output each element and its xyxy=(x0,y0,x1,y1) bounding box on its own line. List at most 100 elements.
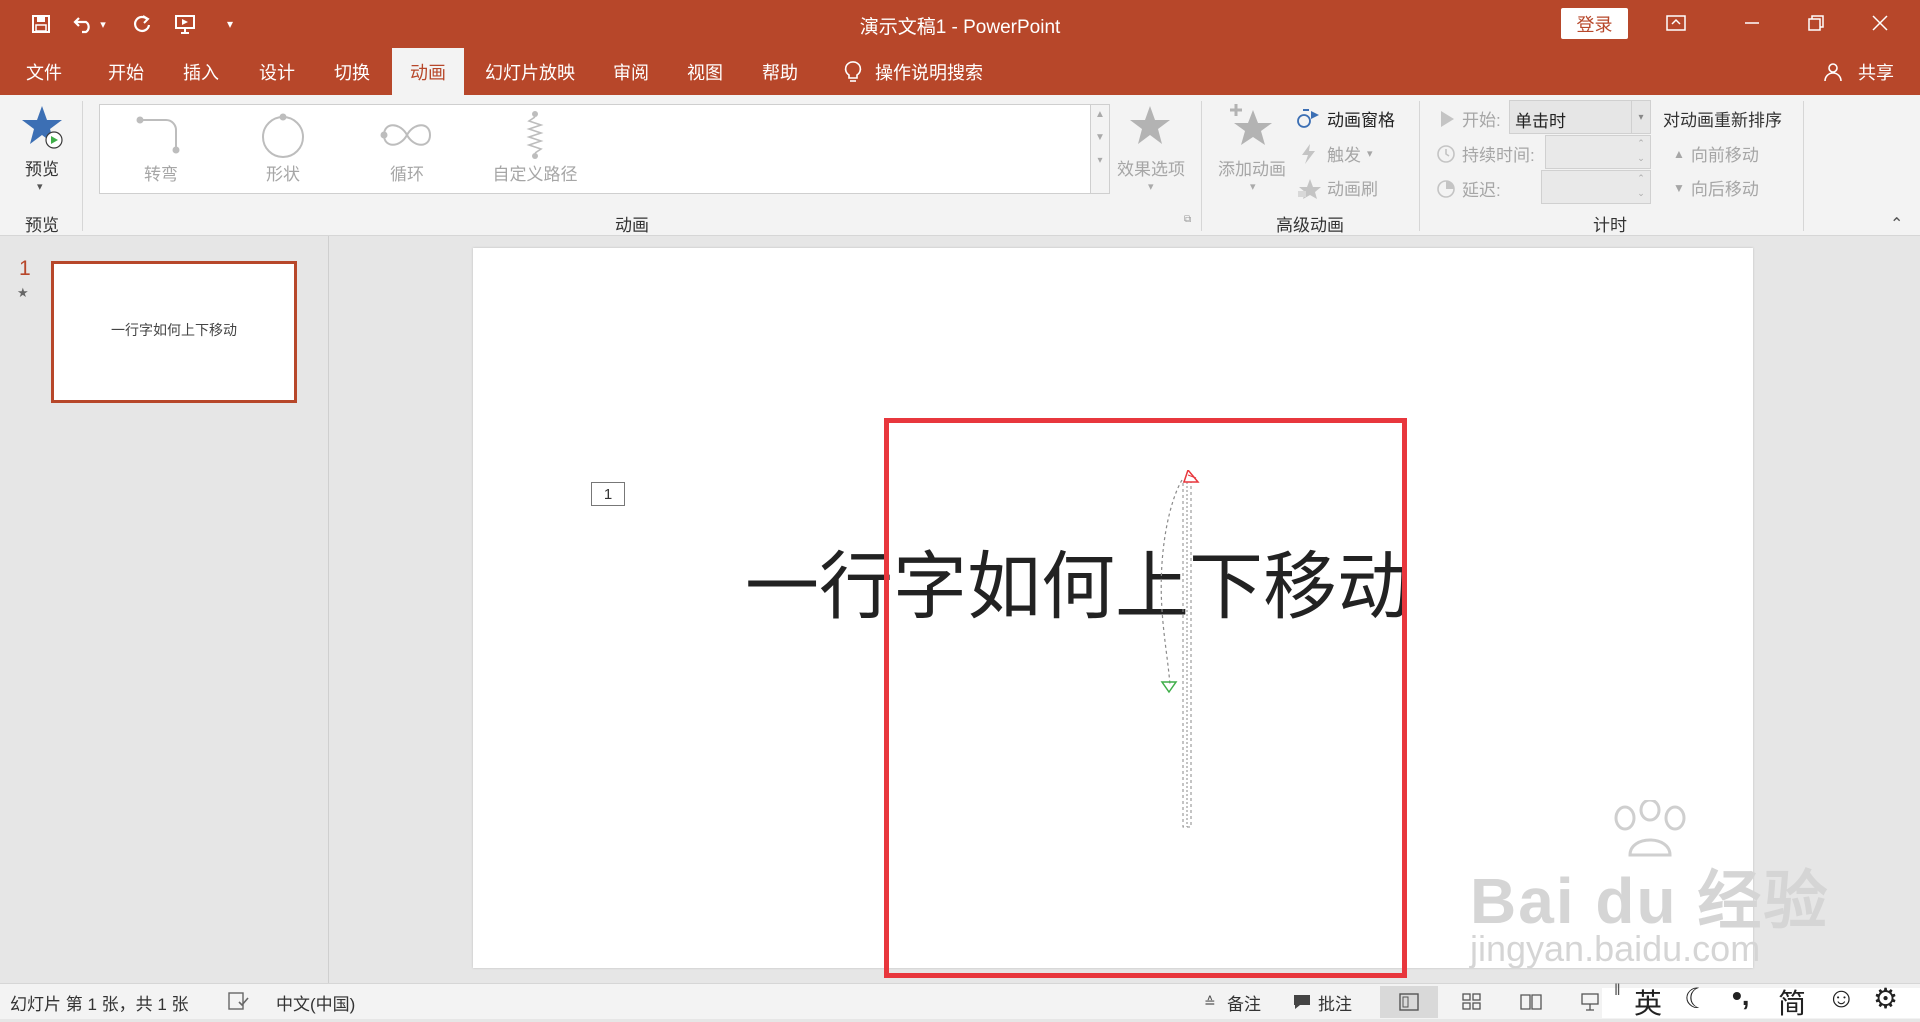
tab-animations[interactable]: 动画 xyxy=(392,48,464,95)
delay-spin-arrows-icon[interactable]: ⌃ ⌄ xyxy=(1632,171,1650,203)
add-animation-icon[interactable] xyxy=(1228,102,1274,150)
slideshow-view-icon[interactable] xyxy=(1580,993,1600,1016)
advanced-animation-group-label: 高级动画 xyxy=(1276,216,1344,235)
tab-file[interactable]: 文件 xyxy=(10,48,78,95)
gallery-label: 形状 xyxy=(266,165,300,184)
normal-view-button[interactable] xyxy=(1380,986,1438,1018)
trigger-label: 触发 xyxy=(1327,146,1361,165)
tab-transitions[interactable]: 切换 xyxy=(317,48,387,95)
language-status[interactable]: 中文(中国) xyxy=(276,990,355,1015)
customize-qat-icon[interactable]: ▾ xyxy=(216,10,244,38)
move-earlier-button[interactable]: ▲ 向前移动 xyxy=(1673,141,1759,166)
animation-indicator-icon: ★ xyxy=(17,285,29,300)
gallery-item-custom-path[interactable]: 自定义路径 xyxy=(475,108,595,198)
animation-painter-button[interactable]: 动画刷 xyxy=(1297,175,1378,200)
ribbon-display-options-icon[interactable] xyxy=(1656,8,1696,38)
start-dropdown[interactable]: 单击时 ▾ xyxy=(1509,100,1651,134)
close-icon[interactable] xyxy=(1860,8,1900,38)
restore-icon[interactable] xyxy=(1796,8,1836,38)
undo-dropdown-icon[interactable]: ▾ xyxy=(96,10,110,38)
tab-insert[interactable]: 插入 xyxy=(166,48,236,95)
lightning-icon xyxy=(1302,143,1315,164)
reorder-animation-title: 对动画重新排序 xyxy=(1663,111,1782,130)
tab-view[interactable]: 视图 xyxy=(670,48,740,95)
tab-review[interactable]: 审阅 xyxy=(596,48,666,95)
divider xyxy=(1201,101,1202,231)
scroll-up-icon[interactable]: ▲ xyxy=(1091,109,1109,120)
person-icon xyxy=(1818,48,1848,95)
collapse-ribbon-icon[interactable]: ⌃ xyxy=(1890,214,1903,234)
move-earlier-label: 向前移动 xyxy=(1690,146,1759,165)
preview-group-label: 预览 xyxy=(25,216,59,235)
ime-simplified[interactable]: 简 xyxy=(1778,982,1806,1022)
dialog-launcher-icon[interactable]: ⧉ xyxy=(1184,214,1191,225)
tell-me-search[interactable]: 操作说明搜索 xyxy=(875,48,995,95)
circle-path-icon xyxy=(262,113,304,158)
animation-pane-button[interactable]: 动画窗格 xyxy=(1297,106,1395,131)
duration-spin-arrows-icon[interactable]: ⌃ ⌄ xyxy=(1632,136,1650,168)
effect-options-dropdown-icon[interactable]: ▾ xyxy=(1148,180,1154,193)
gallery-scrollbar[interactable]: ▲ ▼ ▾ xyxy=(1090,104,1110,194)
scroll-down-icon[interactable]: ▼ xyxy=(1091,132,1109,143)
up-triangle-icon: ▲ xyxy=(1673,146,1685,161)
start-from-beginning-icon[interactable] xyxy=(172,10,200,38)
slide-sorter-icon[interactable] xyxy=(1462,993,1482,1016)
emoji-icon[interactable]: ☺ xyxy=(1827,982,1856,1014)
moon-icon[interactable]: ☾ xyxy=(1684,982,1709,1015)
delay-spinner[interactable]: ⌃ ⌄ xyxy=(1541,170,1651,204)
gallery-item-loops[interactable]: 循环 xyxy=(352,108,462,198)
comments-button[interactable]: 批注 xyxy=(1318,990,1352,1015)
loop-path-icon xyxy=(380,124,432,146)
play-icon xyxy=(1441,110,1454,127)
ime-punctuation[interactable]: •, xyxy=(1732,980,1750,1012)
ime-language[interactable]: 英 xyxy=(1634,982,1662,1022)
tab-home[interactable]: 开始 xyxy=(90,48,162,95)
start-value: 单击时 xyxy=(1515,112,1566,131)
effect-options-star-icon[interactable] xyxy=(1128,104,1172,148)
notes-button[interactable]: 备注 xyxy=(1227,990,1261,1015)
title-bar xyxy=(0,0,1920,48)
share-button[interactable]: 共享 xyxy=(1850,48,1902,95)
normal-view-icon xyxy=(1399,993,1419,1011)
preview-dropdown-icon[interactable]: ▾ xyxy=(37,180,43,193)
animation-pane-icon xyxy=(1297,108,1319,128)
thumbnail-text: 一行字如何上下移动 xyxy=(111,322,237,338)
duration-spinner[interactable]: ⌃ ⌄ xyxy=(1545,135,1651,169)
start-label: 开始: xyxy=(1462,111,1501,130)
down-triangle-icon: ▼ xyxy=(1673,180,1685,195)
divider xyxy=(1803,101,1804,231)
slide-thumbnail[interactable]: 一行字如何上下移动 xyxy=(51,261,297,403)
gallery-label: 自定义路径 xyxy=(492,165,578,184)
ime-grip-icon[interactable]: ‖ xyxy=(1614,982,1621,1000)
tab-slideshow[interactable]: 幻灯片放映 xyxy=(470,48,590,95)
comments-icon xyxy=(1292,993,1312,1016)
preview-star-icon[interactable] xyxy=(20,104,66,150)
divider xyxy=(1419,101,1420,231)
gallery-more-icon[interactable]: ▾ xyxy=(1091,155,1109,166)
move-later-button[interactable]: ▼ 向后移动 xyxy=(1673,175,1759,200)
effect-options-button[interactable]: 效果选项 xyxy=(1110,155,1192,180)
delay-label: 延迟: xyxy=(1462,181,1501,200)
settings-gear-icon[interactable]: ⚙ xyxy=(1873,982,1898,1015)
animation-order-tag[interactable]: 1 xyxy=(591,482,625,506)
undo-icon[interactable] xyxy=(70,10,98,38)
tab-design[interactable]: 设计 xyxy=(242,48,312,95)
add-animation-button[interactable]: 添加动画 xyxy=(1212,155,1292,180)
save-icon[interactable] xyxy=(27,10,55,38)
gallery-item-turns[interactable]: 转弯 xyxy=(106,108,216,198)
tab-help[interactable]: 帮助 xyxy=(745,48,815,95)
clock-icon xyxy=(1437,144,1455,163)
start-label-row: 开始: xyxy=(1438,106,1501,131)
add-animation-dropdown-icon[interactable]: ▾ xyxy=(1250,180,1256,193)
minimize-icon[interactable] xyxy=(1732,8,1772,38)
preview-button[interactable]: 预览 xyxy=(12,155,72,180)
login-button[interactable]: 登录 xyxy=(1561,8,1628,39)
trigger-button[interactable]: 触发 ▾ xyxy=(1297,141,1373,166)
reading-view-icon[interactable] xyxy=(1520,993,1542,1016)
custom-path-icon xyxy=(526,111,544,159)
start-dropdown-icon[interactable]: ▾ xyxy=(1631,101,1650,133)
accessibility-icon[interactable] xyxy=(228,992,250,1015)
redo-icon[interactable] xyxy=(128,10,156,38)
gallery-item-shapes[interactable]: 形状 xyxy=(228,108,338,198)
duration-label: 持续时间: xyxy=(1462,146,1535,165)
